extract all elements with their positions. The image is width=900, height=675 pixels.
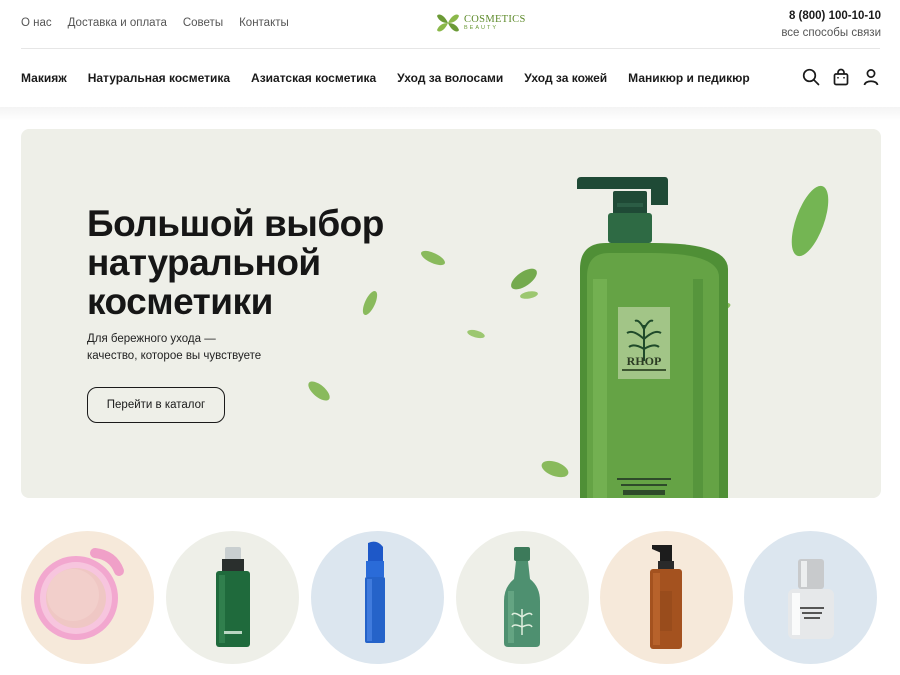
- blue-lipstick-image: [311, 531, 444, 664]
- hero-subtitle-line: Для бережного ухода —: [87, 333, 216, 345]
- nav-item-makeup[interactable]: Макияж: [21, 71, 67, 85]
- nav-item-skin[interactable]: Уход за кожей: [524, 71, 607, 85]
- silver-nail-polish-image: [744, 531, 877, 664]
- user-icon[interactable]: [862, 68, 880, 86]
- category-herbal[interactable]: [456, 531, 589, 664]
- hero-subtitle-line: качество, которое вы чувствуете: [87, 349, 262, 362]
- hero-title-line: косметики: [87, 280, 273, 322]
- hero-title: Большой выбор натуральной косметики: [87, 203, 427, 322]
- pump-bottle: RHOP: [577, 177, 728, 498]
- category-list: [21, 531, 881, 664]
- nav-item-asian[interactable]: Азиатская косметика: [251, 71, 376, 85]
- top-link-tips[interactable]: Советы: [183, 17, 223, 29]
- category-nail-polish[interactable]: [744, 531, 877, 664]
- search-icon[interactable]: [802, 68, 820, 86]
- contact-ways-link[interactable]: все способы связи: [781, 27, 881, 39]
- top-links: О нас Доставка и оплата Советы Контакты: [21, 17, 289, 29]
- hero-banner: RHOP Большой выбор натуральной косметики…: [21, 129, 881, 498]
- top-link-delivery[interactable]: Доставка и оплата: [68, 17, 167, 29]
- top-bar: О нас Доставка и оплата Советы Контакты …: [0, 0, 900, 48]
- logo-title: COSMETICS: [464, 13, 526, 25]
- bottle-label-text: RHOP: [627, 354, 662, 368]
- category-amber-bottle[interactable]: [600, 531, 733, 664]
- compact-powder-image: [21, 531, 154, 664]
- category-lipstick[interactable]: [311, 531, 444, 664]
- category-serum[interactable]: [166, 531, 299, 664]
- phone-number[interactable]: 8 (800) 100-10-10: [781, 10, 881, 22]
- nav-item-natural[interactable]: Натуральная косметика: [88, 71, 230, 85]
- logo[interactable]: COSMETICS BEAUTY: [436, 12, 526, 34]
- hero-subtitle: Для бережного ухода — качество, которое …: [87, 331, 307, 364]
- hero-title-line: Большой выбор: [87, 203, 384, 244]
- top-link-contacts[interactable]: Контакты: [239, 17, 289, 29]
- nav-shadow: [0, 107, 900, 121]
- green-herbal-bottle-image: [456, 531, 589, 664]
- nav-item-nails[interactable]: Маникюр и педикюр: [628, 71, 750, 85]
- cart-icon[interactable]: [832, 68, 850, 86]
- category-powder[interactable]: [21, 531, 154, 664]
- nav-item-hair[interactable]: Уход за волосами: [397, 71, 503, 85]
- logo-leaf-icon: [437, 14, 459, 32]
- top-link-about[interactable]: О нас: [21, 17, 52, 29]
- main-nav: Макияж Натуральная косметика Азиатская к…: [0, 49, 900, 107]
- amber-pump-bottle-image: [600, 531, 733, 664]
- logo-subtitle: BEAUTY: [464, 25, 499, 31]
- catalog-button[interactable]: Перейти в каталог: [87, 387, 225, 423]
- hero-title-line: натуральной: [87, 241, 321, 283]
- contacts-block: 8 (800) 100-10-10 все способы связи: [781, 10, 881, 39]
- green-serum-bottle-image: [166, 531, 299, 664]
